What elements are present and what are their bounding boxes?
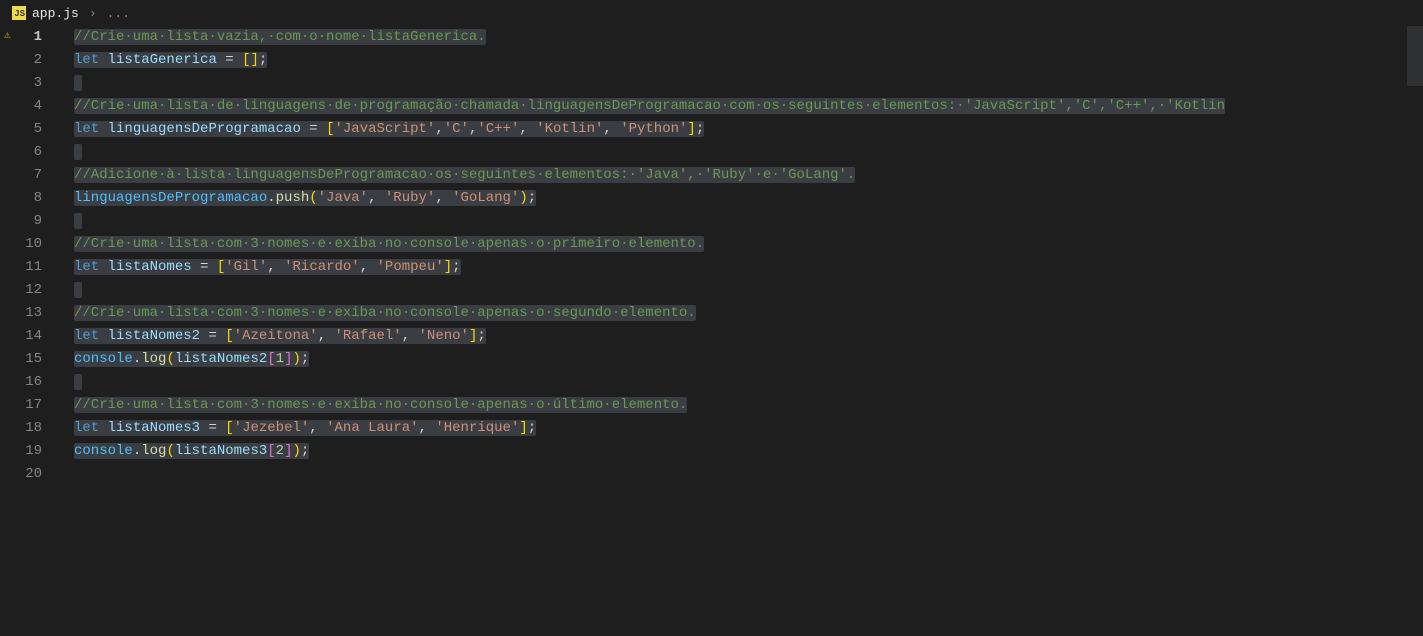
code-editor[interactable]: ⚠ 1 2 3 4 5 6 7 8 9 10 11 12 13 14 15 16… — [0, 26, 1423, 636]
line-number: 11 — [0, 256, 42, 279]
line-number: 17 — [0, 394, 42, 417]
line-number: 18 — [0, 417, 42, 440]
code-line: //Adicione·à·lista·linguagensDeProgramac… — [74, 164, 1423, 187]
line-number: 14 — [0, 325, 42, 348]
line-number: 19 — [0, 440, 42, 463]
code-line — [74, 279, 1423, 302]
code-line: let·listaNomes2 = ['Azeitona',·'Rafael',… — [74, 325, 1423, 348]
code-line — [74, 371, 1423, 394]
code-line: console.log(listaNomes3[2]); — [74, 440, 1423, 463]
code-line: console.log(listaNomes2[1]); — [74, 348, 1423, 371]
code-line: let·listaNomes3 = ['Jezebel',·'Ana Laura… — [74, 417, 1423, 440]
chevron-right-icon: › — [89, 6, 97, 21]
line-number: 6 — [0, 141, 42, 164]
line-number: 15 — [0, 348, 42, 371]
line-number-gutter: ⚠ 1 2 3 4 5 6 7 8 9 10 11 12 13 14 15 16… — [0, 26, 60, 636]
code-line: //Crie·uma·lista·com·3·nomes·e·exiba·no·… — [74, 394, 1423, 417]
line-number: 9 — [0, 210, 42, 233]
code-line: //Crie·uma·lista·vazia,·com·o·nome·lista… — [74, 26, 1423, 49]
line-number: 5 — [0, 118, 42, 141]
line-number: 7 — [0, 164, 42, 187]
code-line — [74, 210, 1423, 233]
tab-filename: app.js — [32, 6, 79, 21]
code-line — [74, 463, 1423, 486]
code-line — [74, 141, 1423, 164]
js-file-icon: JS — [12, 6, 26, 20]
code-line: //Crie·uma·lista·com·3·nomes·e·exiba·no·… — [74, 233, 1423, 256]
line-number: 10 — [0, 233, 42, 256]
code-line: let·linguagensDeProgramacao = ['JavaScri… — [74, 118, 1423, 141]
warning-icon[interactable]: ⚠ — [4, 28, 11, 42]
code-line — [74, 72, 1423, 95]
code-line: //Crie·uma·lista·com·3·nomes·e·exiba·no·… — [74, 302, 1423, 325]
breadcrumb-more: ... — [107, 6, 130, 21]
code-line: let·listaNomes = ['Gil',·'Ricardo',·'Pom… — [74, 256, 1423, 279]
line-number: 20 — [0, 463, 42, 486]
tab-app-js[interactable]: JS app.js › ... — [4, 4, 138, 23]
code-line: linguagensDeProgramacao.push('Java',·'Ru… — [74, 187, 1423, 210]
minimap[interactable] — [1407, 26, 1423, 86]
code-line: //Crie·uma·lista·de·linguagens·de·progra… — [74, 95, 1423, 118]
line-number: 8 — [0, 187, 42, 210]
line-number: 4 — [0, 95, 42, 118]
line-number: 3 — [0, 72, 42, 95]
line-number: 13 — [0, 302, 42, 325]
line-number: 12 — [0, 279, 42, 302]
tab-bar: JS app.js › ... — [0, 0, 1423, 26]
line-number: 16 — [0, 371, 42, 394]
code-content[interactable]: //Crie·uma·lista·vazia,·com·o·nome·lista… — [60, 26, 1423, 636]
code-line: let·listaGenerica = []; — [74, 49, 1423, 72]
line-number: 2 — [0, 49, 42, 72]
